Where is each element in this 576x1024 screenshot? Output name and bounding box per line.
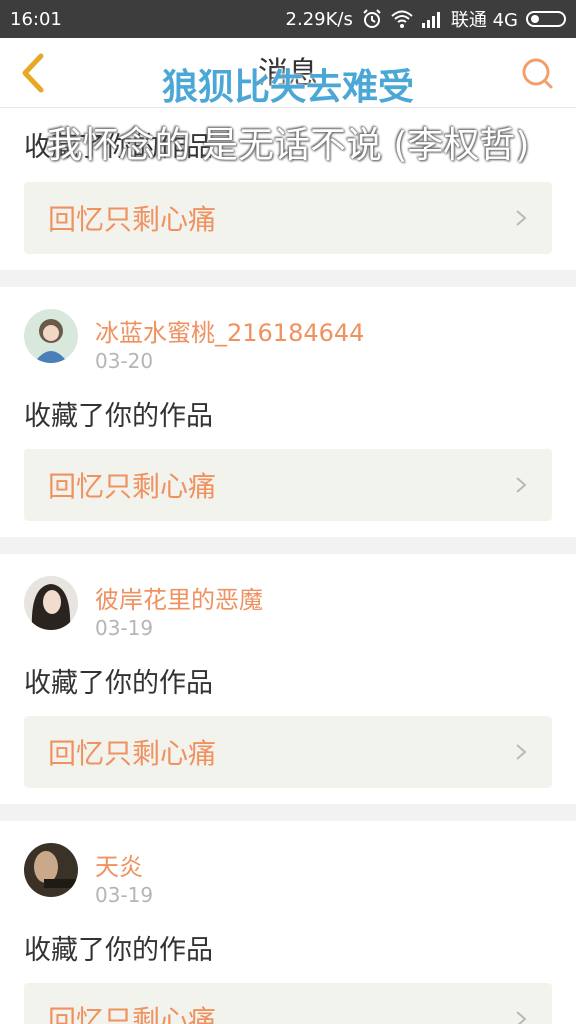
work-title: 回忆只剩心痛: [48, 203, 217, 236]
user-name[interactable]: 彼岸花里的恶魔: [95, 580, 263, 615]
search-icon: [522, 58, 553, 89]
work-title: 回忆只剩心痛: [48, 1004, 217, 1024]
carrier-label: 联通 4G: [450, 10, 518, 31]
item-header: 冰蓝水蜜桃_216184644 03-20: [0, 287, 576, 397]
list-item: 彼岸花里的恶魔 03-19 收藏了你的作品 回忆只剩心痛: [0, 554, 576, 804]
list-item: 天炎 03-19 收藏了你的作品 回忆只剩心痛: [0, 821, 576, 1024]
item-header: 天炎 03-19: [0, 821, 576, 931]
user-name[interactable]: 冰蓝水蜜桃_216184644: [95, 313, 364, 348]
divider: [0, 270, 576, 287]
avatar[interactable]: [24, 576, 78, 630]
work-card[interactable]: 回忆只剩心痛: [24, 449, 552, 521]
alarm-icon: [363, 9, 381, 28]
action-text: 收藏了你的作品: [24, 132, 213, 163]
status-bar: 16:01 2.29K/s 联通 4G: [0, 0, 576, 38]
search-button[interactable]: [520, 56, 556, 92]
avatar[interactable]: [24, 309, 78, 363]
item-header: 彼岸花里的恶魔 03-19: [0, 554, 576, 664]
divider: [0, 804, 576, 821]
date-label: 03-19: [95, 883, 154, 907]
work-card[interactable]: 回忆只剩心痛: [24, 983, 552, 1024]
message-list: 收藏了你的作品 回忆只剩心痛 冰蓝水蜜桃_216184644 03-20 收藏了…: [0, 108, 576, 1024]
status-time: 16:01: [10, 8, 62, 30]
work-title: 回忆只剩心痛: [48, 470, 217, 503]
chevron-right-icon: [516, 1011, 527, 1024]
chevron-right-icon: [516, 477, 527, 493]
top-header: 消息: [0, 38, 576, 108]
work-card[interactable]: 回忆只剩心痛: [24, 182, 552, 254]
avatar[interactable]: [24, 843, 78, 897]
page-title: 消息: [258, 56, 318, 91]
user-name[interactable]: 天炎: [95, 847, 143, 882]
wifi-icon: [391, 10, 413, 28]
app-screen: 16:01 2.29K/s 联通 4G 消息 狼狈比失去难受 我怀念的 是无话不…: [0, 0, 576, 1024]
date-label: 03-19: [95, 616, 154, 640]
list-item: 收藏了你的作品 回忆只剩心痛: [0, 108, 576, 270]
action-text: 收藏了你的作品: [24, 668, 213, 699]
list-item: 冰蓝水蜜桃_216184644 03-20 收藏了你的作品 回忆只剩心痛: [0, 287, 576, 537]
chevron-right-icon: [516, 744, 527, 760]
network-speed: 2.29K/s: [285, 8, 353, 30]
action-text: 收藏了你的作品: [24, 935, 213, 966]
chevron-right-icon: [516, 210, 527, 226]
work-title: 回忆只剩心痛: [48, 737, 217, 770]
divider: [0, 537, 576, 554]
status-right: 2.29K/s 联通 4G: [286, 6, 566, 32]
signal-icon: [421, 12, 440, 28]
date-label: 03-20: [95, 349, 154, 373]
battery-icon: [526, 11, 566, 27]
action-text: 收藏了你的作品: [24, 401, 213, 432]
work-card[interactable]: 回忆只剩心痛: [24, 716, 552, 788]
